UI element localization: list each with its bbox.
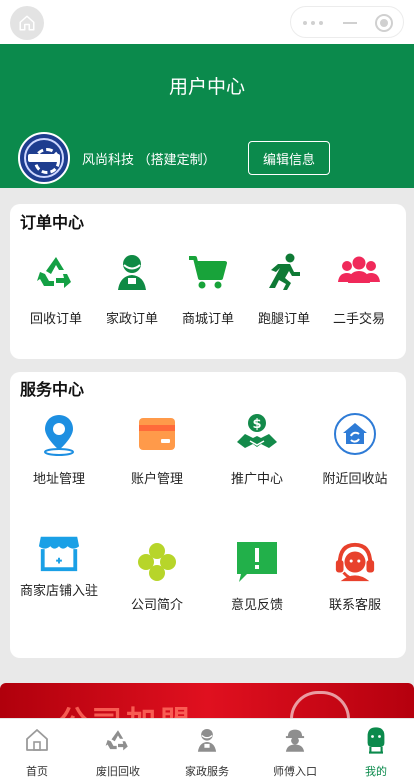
profile-icon bbox=[361, 725, 391, 755]
recycle-house-icon bbox=[333, 412, 377, 456]
wallet-card-icon bbox=[135, 412, 179, 456]
service-item-label: 商家店铺入驻 bbox=[19, 583, 98, 598]
service-item-label: 公司简介 bbox=[130, 597, 183, 612]
tab-label: 废旧回收 bbox=[96, 766, 140, 778]
profile-header: 用户中心 风尚科技 （搭建定制） 编辑信息 bbox=[0, 44, 414, 188]
tab-label: 师傅入口 bbox=[273, 766, 317, 778]
tab-mine[interactable]: 我的 bbox=[336, 725, 414, 779]
service-item-label: 附近回收站 bbox=[322, 471, 388, 486]
tab-housekeeping[interactable]: 家政服务 bbox=[167, 725, 247, 779]
cart-icon bbox=[186, 250, 230, 294]
promo-banner[interactable]: 公司加盟 bbox=[0, 683, 414, 719]
service-item-label: 地址管理 bbox=[32, 471, 85, 486]
storefront-icon bbox=[37, 530, 81, 574]
clover-icon bbox=[135, 540, 179, 584]
service-item-label: 联系客服 bbox=[328, 597, 381, 612]
feedback-icon bbox=[235, 540, 279, 584]
people-group-icon bbox=[337, 250, 381, 294]
order-item-label: 二手交易 bbox=[332, 311, 385, 326]
money-handshake-icon: $ bbox=[235, 412, 279, 456]
home-icon bbox=[19, 15, 35, 31]
page-title: 用户中心 bbox=[168, 77, 245, 98]
capsule-menu bbox=[290, 6, 404, 38]
order-center-card: 订单中心 回收订单 家政订单 商城订单 跑腿订单 二手交易 bbox=[10, 204, 406, 359]
tab-recycle[interactable]: 废旧回收 bbox=[78, 725, 158, 779]
svg-text:$: $ bbox=[252, 417, 261, 432]
order-center-title: 订单中心 bbox=[20, 215, 85, 232]
runner-icon bbox=[262, 250, 306, 294]
minimize-icon[interactable] bbox=[343, 22, 357, 24]
user-name: 风尚科技 （搭建定制） bbox=[82, 152, 216, 167]
tab-home[interactable]: 首页 bbox=[0, 725, 77, 779]
tab-label: 首页 bbox=[26, 766, 48, 778]
company-logo bbox=[24, 138, 64, 178]
order-item-label: 家政订单 bbox=[105, 311, 158, 326]
order-item-label: 回收订单 bbox=[29, 311, 82, 326]
service-item-merchant-join[interactable]: 商家店铺入驻 bbox=[10, 530, 108, 600]
service-item-label: 推广中心 bbox=[230, 471, 283, 486]
edit-info-button[interactable]: 编辑信息 bbox=[248, 141, 330, 175]
order-item-secondhand[interactable]: 二手交易 bbox=[321, 250, 397, 328]
worker-icon bbox=[280, 725, 310, 755]
service-item-company-intro[interactable]: 公司简介 bbox=[108, 540, 206, 614]
tab-label: 我的 bbox=[365, 766, 387, 778]
order-item-recycle[interactable]: 回收订单 bbox=[18, 250, 94, 328]
order-item-mall[interactable]: 商城订单 bbox=[170, 250, 246, 328]
location-pin-icon bbox=[37, 412, 81, 456]
banner-decoration bbox=[290, 691, 350, 719]
service-item-promotion[interactable]: $ 推广中心 bbox=[208, 412, 306, 488]
service-item-label: 账户管理 bbox=[130, 471, 183, 486]
service-item-customer-service[interactable]: 联系客服 bbox=[306, 540, 404, 614]
more-icon[interactable] bbox=[303, 21, 325, 25]
tab-worker-entry[interactable]: 师傅入口 bbox=[255, 725, 335, 779]
service-item-feedback[interactable]: 意见反馈 bbox=[208, 540, 306, 614]
service-center-title: 服务中心 bbox=[20, 382, 85, 399]
service-item-label: 意见反馈 bbox=[230, 597, 283, 612]
service-center-card: 服务中心 地址管理 账户管理 $ 推广中心 附近回收站 商家店铺入驻 公司简介 … bbox=[10, 372, 406, 658]
avatar[interactable] bbox=[18, 132, 70, 184]
service-item-account[interactable]: 账户管理 bbox=[108, 412, 206, 488]
order-item-label: 商城订单 bbox=[181, 311, 234, 326]
order-item-errand[interactable]: 跑腿订单 bbox=[246, 250, 322, 328]
top-bar bbox=[0, 0, 414, 44]
bottom-tab-bar: 首页 废旧回收 家政服务 师傅入口 我的 bbox=[0, 718, 414, 780]
home-button[interactable] bbox=[10, 6, 44, 40]
close-target-icon[interactable] bbox=[375, 14, 393, 32]
banner-text: 公司加盟 bbox=[58, 697, 194, 719]
housekeeper-icon bbox=[192, 725, 222, 755]
headset-support-icon bbox=[333, 540, 377, 584]
tab-label: 家政服务 bbox=[185, 766, 229, 778]
recycle-icon bbox=[103, 725, 133, 755]
housekeeper-icon bbox=[110, 250, 154, 294]
home-icon bbox=[22, 725, 52, 755]
order-item-housekeeping[interactable]: 家政订单 bbox=[94, 250, 170, 328]
service-item-address[interactable]: 地址管理 bbox=[10, 412, 108, 488]
recycle-icon bbox=[34, 250, 78, 294]
order-item-label: 跑腿订单 bbox=[257, 311, 310, 326]
service-item-nearby-station[interactable]: 附近回收站 bbox=[306, 412, 404, 488]
